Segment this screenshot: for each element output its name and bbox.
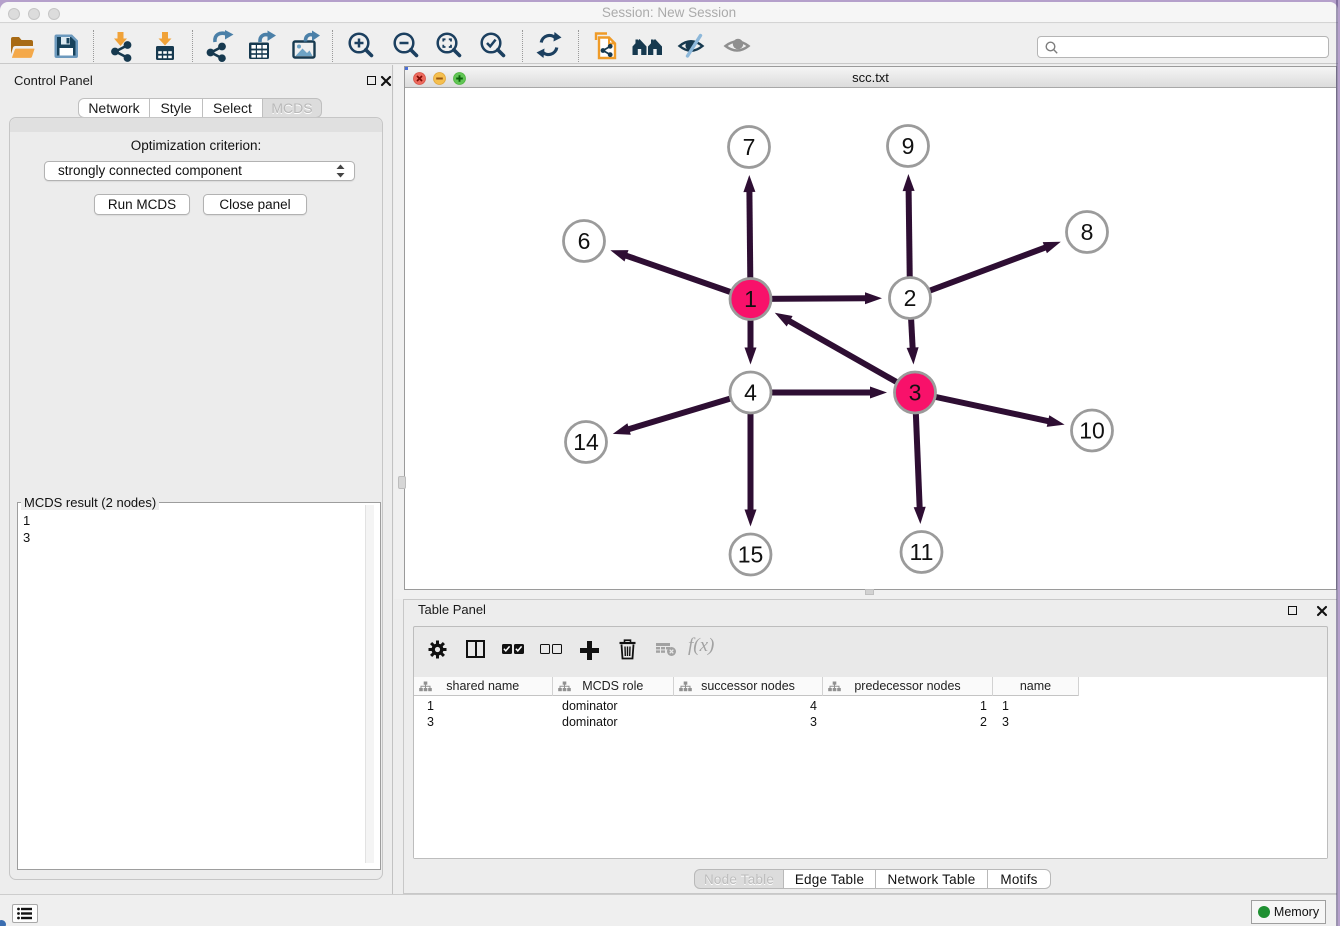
svg-text:4: 4 [744, 380, 757, 406]
svg-text:8: 8 [1081, 219, 1094, 245]
svg-text:15: 15 [738, 542, 764, 568]
svg-text:10: 10 [1079, 418, 1105, 444]
svg-text:7: 7 [743, 134, 756, 160]
svg-text:11: 11 [910, 539, 934, 565]
svg-text:6: 6 [578, 228, 591, 254]
svg-text:3: 3 [909, 380, 922, 406]
svg-text:2: 2 [904, 285, 917, 311]
svg-text:14: 14 [573, 429, 599, 455]
svg-text:1: 1 [744, 286, 757, 312]
svg-text:9: 9 [902, 133, 915, 159]
